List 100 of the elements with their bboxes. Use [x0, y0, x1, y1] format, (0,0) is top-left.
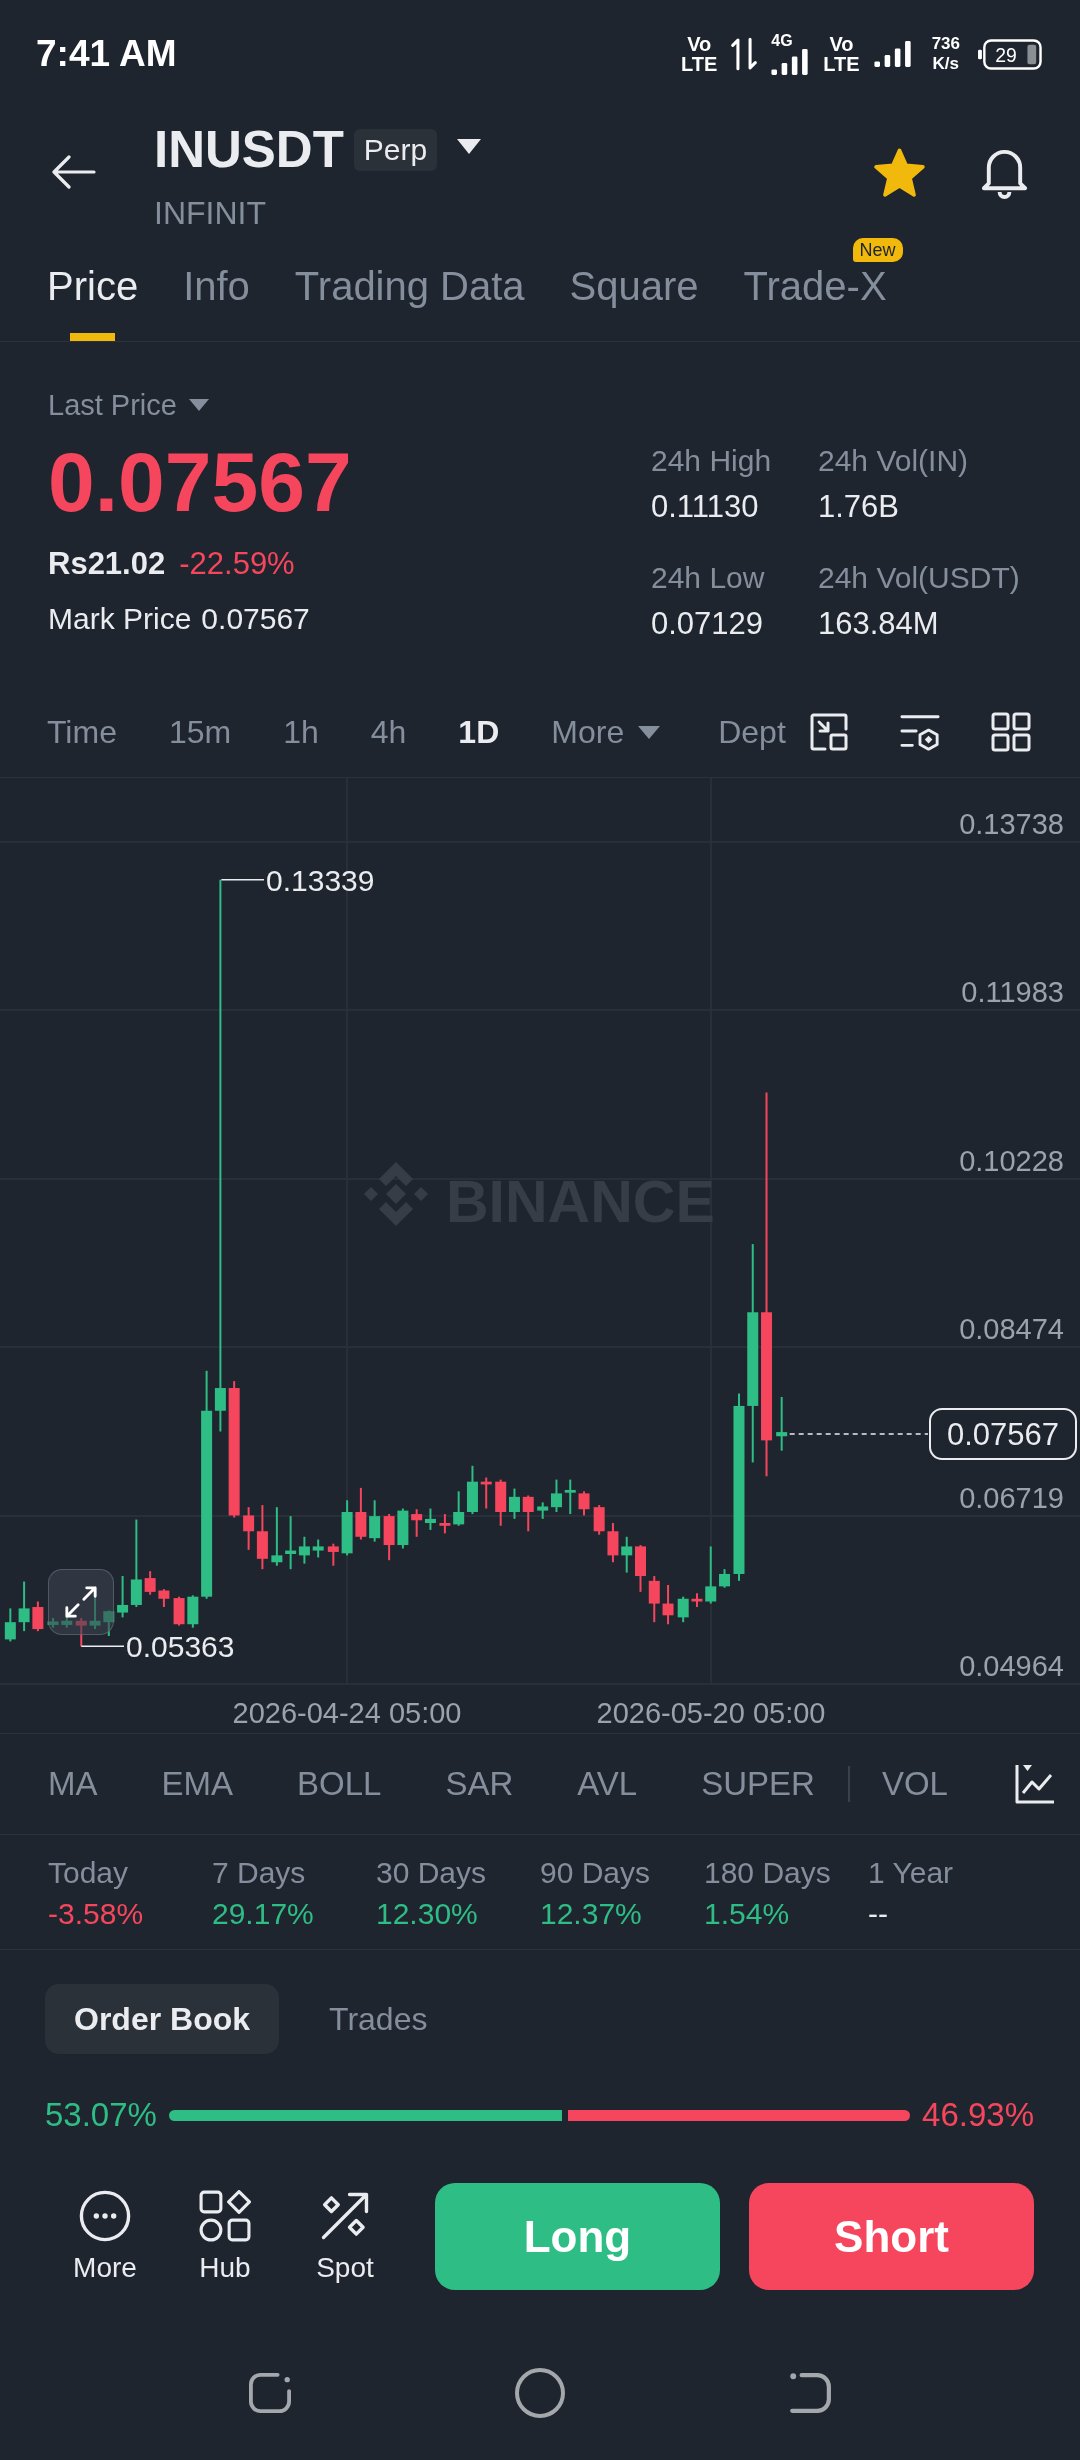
buy-ratio-value: 53.07%: [45, 2096, 157, 2134]
more-dropdown[interactable]: More: [551, 712, 661, 752]
signal-icon: [873, 41, 912, 67]
rising-candle: [776, 1396, 788, 1452]
indicator-tab[interactable]: EMA: [161, 1764, 233, 1804]
back-icon[interactable]: [788, 2372, 832, 2414]
hub-button[interactable]: Hub: [165, 2189, 285, 2284]
star-icon[interactable]: [873, 148, 926, 199]
falling-candle: [522, 1494, 534, 1533]
section-tab[interactable]: Trades: [300, 1984, 457, 2054]
rising-candle: [18, 1580, 30, 1633]
rising-candle: [397, 1507, 409, 1550]
period-label: 90 Days: [540, 1855, 651, 1891]
status-time: 7:41 AM: [36, 33, 177, 75]
price-axis-label: 0.13738: [959, 808, 1064, 840]
timeframe-tab[interactable]: Time: [47, 712, 117, 752]
time-axis-label: 2026-04-24 05:00: [232, 1697, 462, 1729]
stat-label: 24h Vol(IN): [818, 443, 969, 479]
time-axis-label: 2026-05-20 05:00: [596, 1697, 826, 1729]
tab[interactable]: Info: [183, 262, 250, 341]
high-price-label: 0.13339: [266, 863, 375, 897]
mark-price-label: Mark Price: [48, 601, 192, 637]
timeframe-tab[interactable]: 4h: [370, 712, 407, 752]
falling-candle: [158, 1588, 170, 1609]
rising-candle: [424, 1507, 436, 1531]
spot-button[interactable]: Spot: [285, 2189, 405, 2284]
rising-candle: [61, 1616, 73, 1629]
stat-value: 163.84M: [818, 606, 939, 642]
timeframe-tab[interactable]: 15m: [168, 712, 232, 752]
indicator-tab[interactable]: SAR: [445, 1764, 514, 1804]
period-label: 180 Days: [704, 1855, 831, 1891]
rising-candle: [47, 1617, 59, 1629]
falling-candle: [578, 1490, 590, 1517]
indicator-tab[interactable]: MA: [48, 1764, 98, 1804]
tab[interactable]: Trading Data: [294, 262, 525, 341]
stat-value: 1.76B: [818, 489, 899, 525]
caret-icon: [188, 399, 209, 411]
section-tab[interactable]: Order Book: [45, 1984, 280, 2054]
data-arrows-icon: [731, 37, 758, 71]
rising-candle: [564, 1478, 576, 1516]
indicator-tab[interactable]: AVL: [577, 1764, 638, 1804]
rising-candle: [719, 1568, 730, 1589]
back-arrow-icon[interactable]: [52, 155, 96, 189]
network-label: LTE: [823, 54, 860, 74]
rising-candle: [4, 1607, 16, 1643]
last-price: 0.07567: [48, 440, 352, 524]
network-label: LTE: [681, 54, 718, 74]
timeframe-tab[interactable]: 1h: [283, 712, 319, 752]
indicator-tab[interactable]: BOLL: [297, 1764, 382, 1804]
timeframe-tab[interactable]: 1D: [458, 712, 500, 752]
home-icon[interactable]: [515, 2368, 565, 2418]
fullscreen-button[interactable]: [48, 1569, 114, 1635]
falling-candle: [593, 1504, 605, 1536]
price-axis-label: 0.10228: [959, 1145, 1064, 1177]
price-axis-label: 0.08474: [959, 1313, 1064, 1345]
network-label: Vo: [829, 34, 854, 54]
long-button[interactable]: Long: [435, 2183, 720, 2290]
ellipsis-circle-icon: [79, 2189, 131, 2242]
timeframe-tab[interactable]: Dept: [718, 712, 786, 752]
falling-candle: [480, 1476, 492, 1510]
rising-candle: [103, 1609, 115, 1637]
falling-candle: [75, 1617, 87, 1648]
falling-candle: [173, 1595, 185, 1627]
period-change: --: [868, 1896, 888, 1932]
list-hexagon-icon[interactable]: [900, 712, 940, 752]
grid-icon[interactable]: [991, 712, 1031, 752]
leader-line: [80, 1645, 125, 1648]
battery-indicator: 29: [978, 38, 1042, 70]
period-label: Today: [48, 1855, 129, 1891]
contract-type-badge: Perp: [353, 129, 438, 171]
rising-candle: [677, 1595, 689, 1624]
indicator-tab[interactable]: VOL: [881, 1764, 948, 1804]
falling-candle: [32, 1600, 44, 1633]
period-change: -3.58%: [48, 1896, 144, 1932]
rising-candle: [89, 1595, 101, 1631]
price-change: -22.59%: [179, 545, 295, 583]
price-type-dropdown[interactable]: Last Price: [48, 387, 209, 423]
indicator-tab[interactable]: SUPER: [701, 1764, 815, 1804]
network-label: Vo: [687, 34, 712, 54]
short-button[interactable]: Short: [749, 2183, 1034, 2290]
recent-apps-icon[interactable]: [248, 2372, 292, 2414]
more-button[interactable]: More: [45, 2189, 165, 2284]
rising-candle: [341, 1499, 353, 1557]
tab[interactable]: Square: [569, 262, 699, 341]
leader-line: [220, 879, 265, 881]
falling-candle: [495, 1478, 507, 1527]
price-axis-label: 0.11983: [961, 976, 1064, 1008]
caret-icon[interactable]: [457, 138, 482, 154]
rising-candle: [705, 1545, 717, 1605]
tab[interactable]: Trade-X: [743, 262, 887, 341]
low-price-label: 0.05363: [126, 1630, 235, 1664]
asset-name: INFINIT: [154, 195, 266, 231]
line-chart-icon[interactable]: [1014, 1763, 1056, 1805]
square-arrow-icon[interactable]: [809, 712, 849, 752]
falling-candle: [355, 1486, 367, 1541]
rising-candle: [271, 1506, 283, 1567]
rising-candle: [508, 1487, 520, 1520]
rising-candle: [621, 1535, 633, 1574]
period-label: 7 Days: [212, 1855, 306, 1891]
stat-label: 24h Vol(USDT): [818, 560, 1020, 596]
